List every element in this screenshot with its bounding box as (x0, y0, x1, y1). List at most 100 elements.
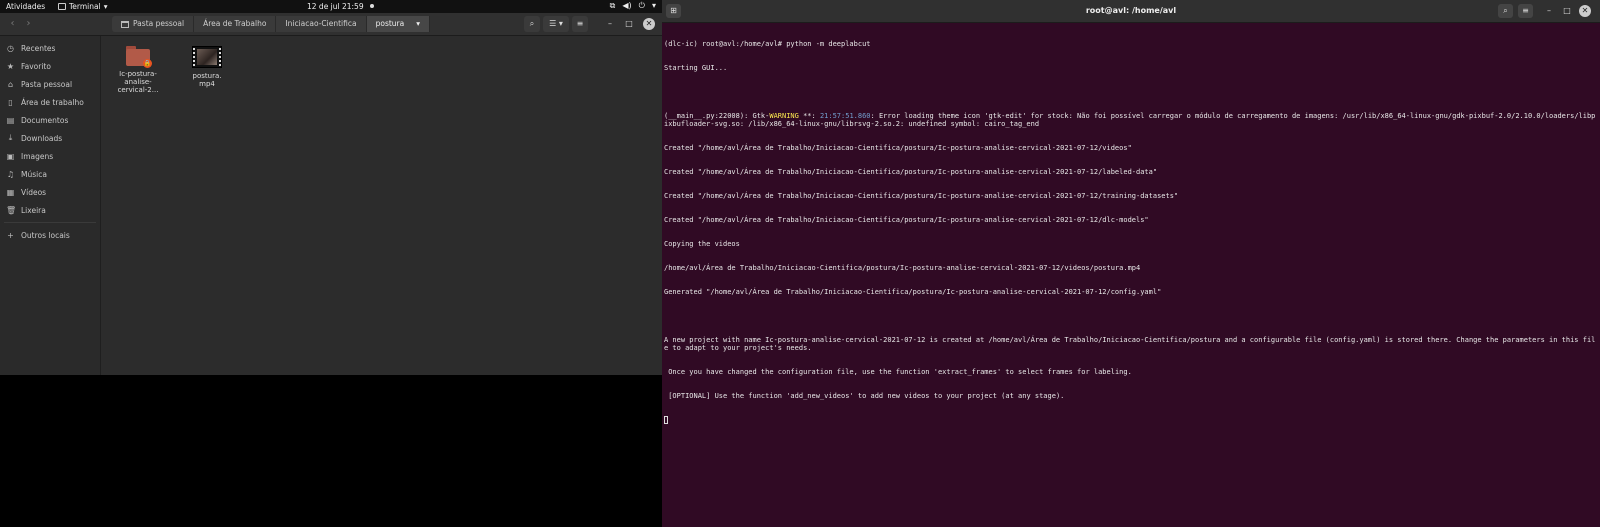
sidebar-item-documentos[interactable]: ▤ Documentos (0, 111, 100, 129)
terminal-line: Created "/home/avl/Área de Trabalho/Inic… (664, 144, 1132, 152)
image-icon: ▣ (6, 151, 15, 161)
sidebar-item-label: Favorito (21, 61, 51, 71)
file-name-line: mp4 (199, 80, 215, 88)
breadcrumb-desktop[interactable]: Área de Trabalho (194, 16, 277, 32)
search-icon: ⌕ (529, 19, 535, 28)
terminal-line: Created "/home/avl/Área de Trabalho/Inic… (664, 192, 1179, 200)
terminal-line: (__main__.py:22008): Gtk-WARNING **: 21:… (664, 112, 1596, 128)
app-menu[interactable]: Terminal ▾ (58, 2, 107, 11)
breadcrumb-label: postura (375, 19, 405, 28)
file-item-video[interactable]: postura. mp4 (183, 46, 231, 88)
breadcrumb-label: Pasta pessoal (133, 19, 185, 28)
maximize-button[interactable]: □ (1561, 5, 1573, 17)
sidebar-item-musica[interactable]: ♫ Música (0, 165, 100, 183)
terminal-output[interactable]: (dlc-ic) root@avl:/home/avl# python -m d… (664, 24, 1596, 441)
chevron-down-icon: ▾ (103, 2, 108, 11)
notification-dot-icon (369, 4, 374, 8)
close-button[interactable]: ✕ (643, 18, 655, 30)
view-options-button[interactable]: ☰ ▾ (543, 16, 569, 32)
terminal-line: /home/avl/Área de Trabalho/Iniciacao-Cie… (664, 264, 1141, 272)
star-icon: ★ (6, 61, 15, 71)
file-manager-headerbar: ‹ › Pasta pessoal Área de Trabalho Inici… (0, 13, 662, 36)
sidebar-item-downloads[interactable]: ⤓ Downloads (0, 129, 100, 147)
clock[interactable]: 12 de jul 21:59 (307, 2, 374, 11)
forward-button[interactable]: › (22, 17, 35, 30)
minimize-icon: – (1547, 6, 1551, 15)
sidebar-item-label: Documentos (21, 115, 69, 125)
maximize-button[interactable]: □ (623, 18, 635, 30)
window-title: root@avl: /home/avl (1085, 6, 1177, 15)
app-name: Terminal (69, 2, 101, 11)
sidebar-item-label: Vídeos (21, 187, 47, 197)
list-view-icon: ☰ ▾ (549, 19, 563, 28)
breadcrumb-iniciacao[interactable]: Iniciacao-Cientifica (276, 16, 367, 32)
sidebar-divider (4, 222, 96, 223)
clock-icon: ◷ (7, 43, 14, 53)
sidebar-item-label: Downloads (21, 133, 63, 143)
file-name-line: postura. (192, 72, 222, 80)
sidebar-item-label: Imagens (21, 151, 54, 161)
home-icon (121, 20, 129, 28)
terminal-line: A new project with name Ic-postura-anali… (664, 336, 1596, 352)
file-name-line: Ic-postura- (119, 70, 157, 78)
close-button[interactable]: ✕ (1579, 5, 1591, 17)
close-icon: ✕ (645, 19, 653, 28)
sidebar-item-label: Lixeira (21, 205, 46, 215)
plus-icon: + (7, 230, 14, 240)
music-icon: ♫ (6, 169, 15, 179)
minimize-button[interactable]: – (1543, 5, 1555, 17)
warning-timestamp: 21:57:51.860 (819, 112, 871, 120)
trash-icon: 🗑 (6, 205, 17, 215)
sidebar-item-imagens[interactable]: ▣ Imagens (0, 147, 100, 165)
sidebar-item-favorito[interactable]: ★ Favorito (0, 57, 100, 75)
search-icon: ⌕ (1503, 6, 1508, 15)
terminal-line: (dlc-ic) root@avl:/home/avl# python -m d… (664, 40, 871, 48)
places-sidebar: ◷ Recentes ★ Favorito ⌂ Pasta pessoal ▯ Área… (0, 36, 101, 375)
sidebar-item-lixeira[interactable]: 🗑 Lixeira (0, 201, 100, 219)
search-button[interactable]: ⌕ (524, 16, 540, 32)
chevron-down-icon: ▾ (416, 19, 420, 28)
folder-icon: 🔒 (126, 46, 152, 68)
terminal-line: Created "/home/avl/Área de Trabalho/Inic… (664, 216, 1149, 224)
file-name-line: cervical-2... (117, 86, 159, 94)
sidebar-item-area-de-trabalho[interactable]: ▯ Área de trabalho (0, 93, 100, 111)
warning-label: WARNING (769, 112, 799, 120)
file-view: 🔒 Ic-postura- analise- cervical-2... pos… (101, 36, 662, 375)
terminal-prompt-line[interactable] (664, 416, 1596, 425)
file-item-project-folder[interactable]: 🔒 Ic-postura- analise- cervical-2... (114, 46, 162, 94)
terminal-headerbar: ⊞ root@avl: /home/avl ⌕ ≡ – □ ✕ (662, 0, 1600, 23)
breadcrumb-home[interactable]: Pasta pessoal (112, 16, 195, 32)
menu-button[interactable]: ≡ (1518, 4, 1533, 18)
power-icon: ⏻ (638, 1, 645, 10)
terminal-line: Created "/home/avl/Área de Trabalho/Inic… (664, 168, 1158, 176)
sidebar-item-recentes[interactable]: ◷ Recentes (0, 39, 100, 57)
download-icon: ⤓ (8, 133, 13, 142)
sidebar-item-label: Pasta pessoal (21, 79, 73, 89)
minimize-button[interactable]: – (604, 18, 616, 30)
back-button[interactable]: ‹ (6, 17, 19, 30)
menu-button[interactable]: ≡ (572, 16, 588, 32)
warning-prefix: (__main__.py:22008): Gtk- (664, 112, 770, 120)
path-bar: Pasta pessoal Área de Trabalho Iniciacao… (112, 16, 430, 32)
top-bar: Atividades Terminal ▾ 12 de jul 21:59 ⧉ … (0, 0, 662, 13)
document-icon: ▤ (6, 115, 15, 125)
file-manager-window: ‹ › Pasta pessoal Área de Trabalho Inici… (0, 13, 662, 375)
lock-icon: 🔒 (143, 59, 152, 68)
activities-button[interactable]: Atividades (6, 2, 45, 11)
sidebar-item-outros-locais[interactable]: + Outros locais (0, 226, 100, 244)
terminal-line: [OPTIONAL] Use the function 'add_new_vid… (664, 392, 1065, 400)
sidebar-item-videos[interactable]: ▦ Vídeos (0, 183, 100, 201)
hamburger-icon: ≡ (576, 19, 584, 28)
sidebar-item-pasta-pessoal[interactable]: ⌂ Pasta pessoal (0, 75, 100, 93)
search-button[interactable]: ⌕ (1498, 4, 1513, 18)
network-icon: ⧉ (609, 1, 616, 10)
system-tray[interactable]: ⧉ ◀) ⏻ ▾ (610, 1, 656, 11)
hamburger-icon: ≡ (1522, 6, 1529, 15)
sidebar-item-label: Outros locais (21, 230, 70, 240)
breadcrumb-postura[interactable]: postura ▾ (366, 16, 430, 32)
volume-icon: ◀) (622, 1, 632, 10)
warning-sep: **: (798, 112, 820, 120)
terminal-line: Once you have changed the configuration … (664, 368, 1132, 376)
chevron-down-icon: ▾ (651, 1, 656, 10)
